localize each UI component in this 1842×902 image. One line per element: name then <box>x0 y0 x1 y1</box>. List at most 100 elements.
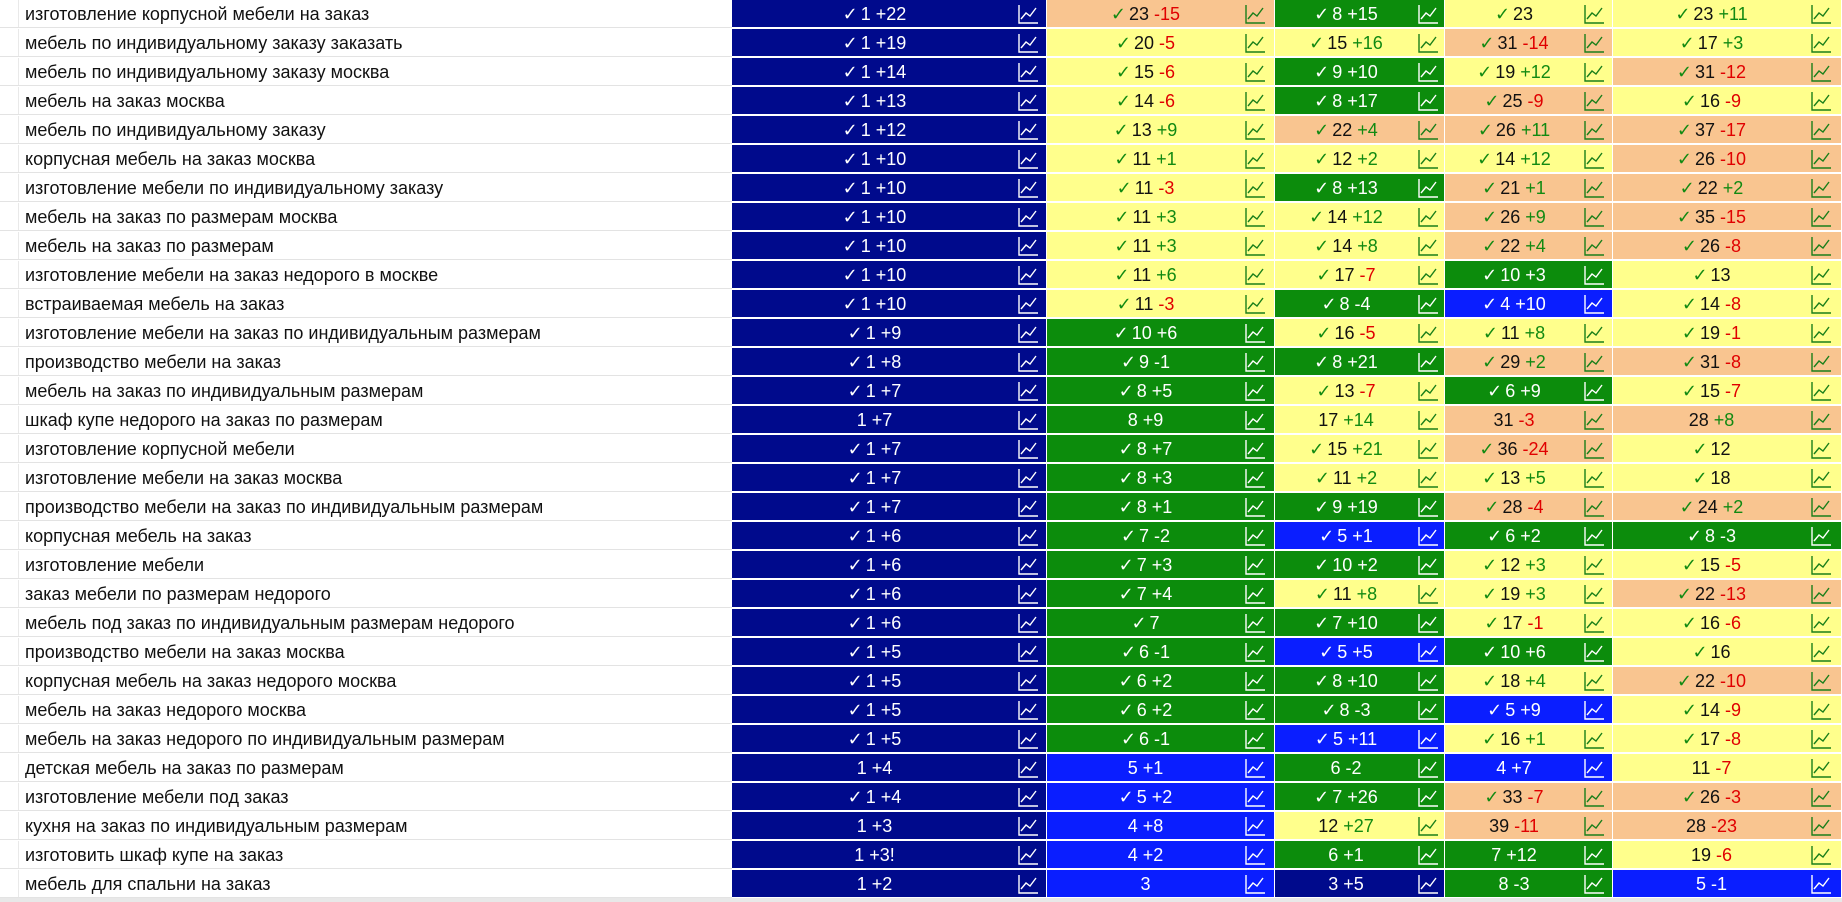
line-chart-icon[interactable] <box>1810 32 1832 54</box>
table-row[interactable]: мебель на заказ по размерам ✓ 1 +10 ✓ 11 +3 ✓ 14… <box>0 232 1842 261</box>
line-chart-icon[interactable] <box>1810 235 1832 257</box>
table-row[interactable]: шкаф купе недорого на заказ по размерам 1… <box>0 406 1842 435</box>
line-chart-icon[interactable] <box>1583 293 1605 315</box>
line-chart-icon[interactable] <box>1017 322 1039 344</box>
line-chart-icon[interactable] <box>1583 235 1605 257</box>
line-chart-icon[interactable] <box>1017 293 1039 315</box>
line-chart-icon[interactable] <box>1244 757 1266 779</box>
line-chart-icon[interactable] <box>1244 699 1266 721</box>
line-chart-icon[interactable] <box>1017 409 1039 431</box>
table-row[interactable]: производство мебели на заказ по индивиду… <box>0 493 1842 522</box>
line-chart-icon[interactable] <box>1244 293 1266 315</box>
line-chart-icon[interactable] <box>1244 844 1266 866</box>
line-chart-icon[interactable] <box>1583 90 1605 112</box>
table-row[interactable]: мебель для спальни на заказ 1 +2 3 3 +5 8 -3 5 -1 <box>0 870 1842 899</box>
line-chart-icon[interactable] <box>1583 786 1605 808</box>
line-chart-icon[interactable] <box>1810 90 1832 112</box>
line-chart-icon[interactable] <box>1017 467 1039 489</box>
table-row[interactable]: производство мебели на заказ ✓ 1 +8 ✓ 9 -1 ✓ 8 +2… <box>0 348 1842 377</box>
line-chart-icon[interactable] <box>1417 670 1439 692</box>
line-chart-icon[interactable] <box>1810 438 1832 460</box>
line-chart-icon[interactable] <box>1017 670 1039 692</box>
line-chart-icon[interactable] <box>1810 496 1832 518</box>
line-chart-icon[interactable] <box>1417 699 1439 721</box>
line-chart-icon[interactable] <box>1810 554 1832 576</box>
table-row[interactable]: мебель на заказ недорого по индивидуальн… <box>0 725 1842 754</box>
line-chart-icon[interactable] <box>1810 119 1832 141</box>
line-chart-icon[interactable] <box>1017 119 1039 141</box>
line-chart-icon[interactable] <box>1017 148 1039 170</box>
line-chart-icon[interactable] <box>1417 844 1439 866</box>
line-chart-icon[interactable] <box>1583 438 1605 460</box>
line-chart-icon[interactable] <box>1810 206 1832 228</box>
line-chart-icon[interactable] <box>1417 641 1439 663</box>
table-row[interactable]: изготовление корпусной мебели ✓ 1 +7 ✓ 8 +7 ✓ 15… <box>0 435 1842 464</box>
line-chart-icon[interactable] <box>1417 728 1439 750</box>
line-chart-icon[interactable] <box>1417 90 1439 112</box>
line-chart-icon[interactable] <box>1244 438 1266 460</box>
line-chart-icon[interactable] <box>1810 757 1832 779</box>
table-row[interactable]: производство мебели на заказ москва ✓ 1 +5 ✓… <box>0 638 1842 667</box>
line-chart-icon[interactable] <box>1244 583 1266 605</box>
line-chart-icon[interactable] <box>1417 757 1439 779</box>
line-chart-icon[interactable] <box>1417 612 1439 634</box>
line-chart-icon[interactable] <box>1583 351 1605 373</box>
horizontal-scrollbar[interactable] <box>0 898 1842 902</box>
line-chart-icon[interactable] <box>1810 641 1832 663</box>
line-chart-icon[interactable] <box>1017 873 1039 895</box>
line-chart-icon[interactable] <box>1417 525 1439 547</box>
line-chart-icon[interactable] <box>1244 351 1266 373</box>
table-row[interactable]: изготовление мебели на заказ по индивиду… <box>0 319 1842 348</box>
line-chart-icon[interactable] <box>1810 409 1832 431</box>
line-chart-icon[interactable] <box>1810 61 1832 83</box>
line-chart-icon[interactable] <box>1244 61 1266 83</box>
table-row[interactable]: изготовление мебели на заказ недорого в … <box>0 261 1842 290</box>
line-chart-icon[interactable] <box>1417 293 1439 315</box>
line-chart-icon[interactable] <box>1017 612 1039 634</box>
line-chart-icon[interactable] <box>1244 728 1266 750</box>
line-chart-icon[interactable] <box>1417 815 1439 837</box>
line-chart-icon[interactable] <box>1417 554 1439 576</box>
line-chart-icon[interactable] <box>1810 380 1832 402</box>
line-chart-icon[interactable] <box>1244 554 1266 576</box>
line-chart-icon[interactable] <box>1244 119 1266 141</box>
line-chart-icon[interactable] <box>1244 873 1266 895</box>
line-chart-icon[interactable] <box>1810 293 1832 315</box>
line-chart-icon[interactable] <box>1244 322 1266 344</box>
table-row[interactable]: кухня на заказ по индивидуальным размера… <box>0 812 1842 841</box>
line-chart-icon[interactable] <box>1583 467 1605 489</box>
line-chart-icon[interactable] <box>1810 873 1832 895</box>
line-chart-icon[interactable] <box>1417 351 1439 373</box>
line-chart-icon[interactable] <box>1583 409 1605 431</box>
line-chart-icon[interactable] <box>1810 612 1832 634</box>
line-chart-icon[interactable] <box>1244 525 1266 547</box>
line-chart-icon[interactable] <box>1417 467 1439 489</box>
line-chart-icon[interactable] <box>1583 728 1605 750</box>
line-chart-icon[interactable] <box>1017 438 1039 460</box>
line-chart-icon[interactable] <box>1583 177 1605 199</box>
line-chart-icon[interactable] <box>1583 699 1605 721</box>
line-chart-icon[interactable] <box>1017 699 1039 721</box>
line-chart-icon[interactable] <box>1017 815 1039 837</box>
line-chart-icon[interactable] <box>1017 583 1039 605</box>
line-chart-icon[interactable] <box>1810 467 1832 489</box>
line-chart-icon[interactable] <box>1017 206 1039 228</box>
line-chart-icon[interactable] <box>1017 554 1039 576</box>
line-chart-icon[interactable] <box>1417 206 1439 228</box>
line-chart-icon[interactable] <box>1017 844 1039 866</box>
line-chart-icon[interactable] <box>1244 264 1266 286</box>
line-chart-icon[interactable] <box>1017 264 1039 286</box>
line-chart-icon[interactable] <box>1417 438 1439 460</box>
line-chart-icon[interactable] <box>1417 119 1439 141</box>
line-chart-icon[interactable] <box>1244 177 1266 199</box>
table-row[interactable]: мебель под заказ по индивидуальным разме… <box>0 609 1842 638</box>
line-chart-icon[interactable] <box>1810 583 1832 605</box>
line-chart-icon[interactable] <box>1583 815 1605 837</box>
table-row[interactable]: мебель на заказ недорого москва ✓ 1 +5 ✓ 6 +2 ✓… <box>0 696 1842 725</box>
line-chart-icon[interactable] <box>1810 525 1832 547</box>
line-chart-icon[interactable] <box>1244 90 1266 112</box>
line-chart-icon[interactable] <box>1810 844 1832 866</box>
line-chart-icon[interactable] <box>1417 322 1439 344</box>
line-chart-icon[interactable] <box>1244 409 1266 431</box>
line-chart-icon[interactable] <box>1417 786 1439 808</box>
